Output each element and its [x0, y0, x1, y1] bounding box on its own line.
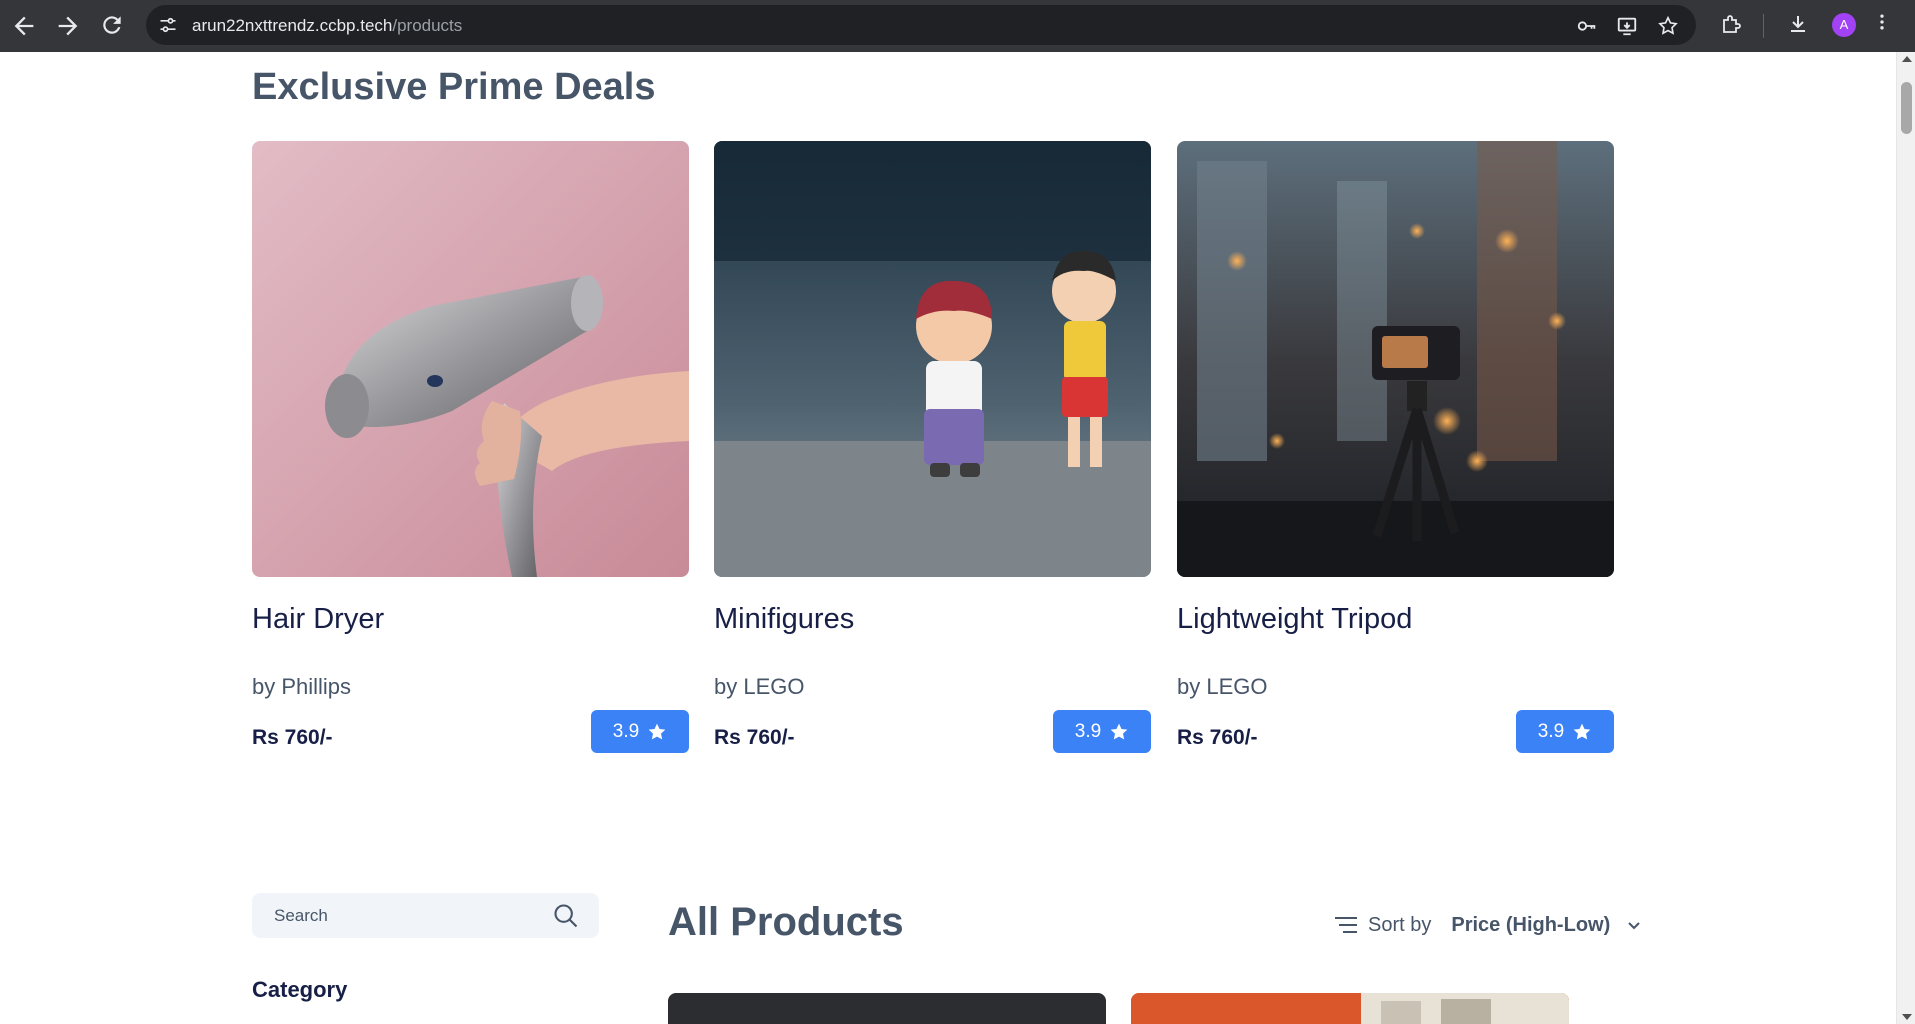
search-input[interactable]: [274, 893, 534, 938]
password-key-icon[interactable]: [1576, 15, 1598, 37]
forward-button[interactable]: [54, 12, 82, 40]
rating-value: 3.9: [1537, 720, 1565, 742]
product-price: Rs 760/-: [1177, 726, 1258, 749]
product-brand: by LEGO: [1177, 674, 1268, 699]
reload-button[interactable]: [98, 12, 126, 40]
extensions-icon[interactable]: [1718, 12, 1746, 40]
product-brand: by Phillips: [252, 674, 352, 699]
product-price: Rs 760/-: [714, 726, 795, 749]
minifigures-image[interactable]: [714, 141, 1151, 577]
product-thumbnail[interactable]: [1131, 993, 1569, 1024]
product-thumbnail-image: [1131, 993, 1569, 1024]
scroll-down-arrow-icon[interactable]: [1902, 1014, 1912, 1020]
chevron-down-icon[interactable]: [1626, 917, 1642, 933]
url-text[interactable]: arun22nxttrendz.ccbp.tech/products: [192, 16, 462, 36]
prime-product-card[interactable]: Lightweight Tripod by LEGO Rs 760/- 3.9: [1177, 141, 1614, 753]
bookmark-star-icon[interactable]: [1657, 15, 1679, 37]
prime-product-card[interactable]: Minifigures by LEGO Rs 760/- 3.9: [714, 141, 1151, 753]
rating-value: 3.9: [612, 720, 640, 742]
back-button[interactable]: [10, 12, 38, 40]
site-settings-icon[interactable]: [158, 15, 178, 35]
star-icon: [648, 723, 666, 739]
download-icon[interactable]: [1784, 12, 1812, 40]
address-bar[interactable]: arun22nxttrendz.ccbp.tech/products: [146, 5, 1696, 45]
scrollbar-thumb[interactable]: [1901, 82, 1912, 134]
rating-value: 3.9: [1074, 720, 1102, 742]
reload-icon: [103, 16, 121, 34]
lightweight-tripod-image[interactable]: [1177, 141, 1614, 577]
page-scrollbar[interactable]: [1896, 52, 1915, 1024]
product-thumbnail[interactable]: [668, 993, 1106, 1024]
url-path: /products: [392, 16, 463, 35]
more-menu-icon[interactable]: [1868, 12, 1896, 40]
toolbar-divider: [1763, 14, 1764, 38]
search-icon[interactable]: [552, 902, 580, 930]
sort-label: Sort by: [1368, 913, 1432, 936]
sort-control[interactable]: Sort by Price (High-Low): [1334, 910, 1642, 940]
sort-icon: [1335, 917, 1357, 933]
prime-deals-title: Exclusive Prime Deals: [252, 66, 656, 108]
browser-toolbar: arun22nxttrendz.ccbp.tech/products A: [0, 0, 1915, 52]
scroll-up-arrow-icon[interactable]: [1902, 56, 1912, 62]
arrow-right-icon: [58, 16, 78, 36]
sort-select-value[interactable]: Price (High-Low): [1451, 914, 1610, 937]
install-app-icon[interactable]: [1616, 15, 1638, 37]
category-heading: Category: [252, 977, 348, 1002]
star-icon: [1110, 723, 1128, 739]
profile-avatar[interactable]: A: [1832, 13, 1856, 37]
hair-dryer-image[interactable]: [252, 141, 689, 577]
url-host: arun22nxttrendz.ccbp.tech: [192, 16, 393, 35]
product-title: Lightweight Tripod: [1177, 603, 1413, 635]
product-title: Minifigures: [714, 603, 855, 635]
product-brand: by LEGO: [714, 674, 805, 699]
prime-product-card[interactable]: Hair Dryer by Phillips Rs 760/- 3.9: [252, 141, 689, 753]
product-title: Hair Dryer: [252, 603, 385, 635]
rating-badge: 3.9: [1516, 710, 1614, 753]
arrow-left-icon: [14, 16, 34, 36]
search-box: [252, 893, 599, 938]
all-products-title: All Products: [668, 900, 904, 944]
rating-badge: 3.9: [591, 710, 689, 753]
star-icon: [1573, 723, 1591, 739]
rating-badge: 3.9: [1053, 710, 1151, 753]
product-price: Rs 760/-: [252, 726, 333, 749]
